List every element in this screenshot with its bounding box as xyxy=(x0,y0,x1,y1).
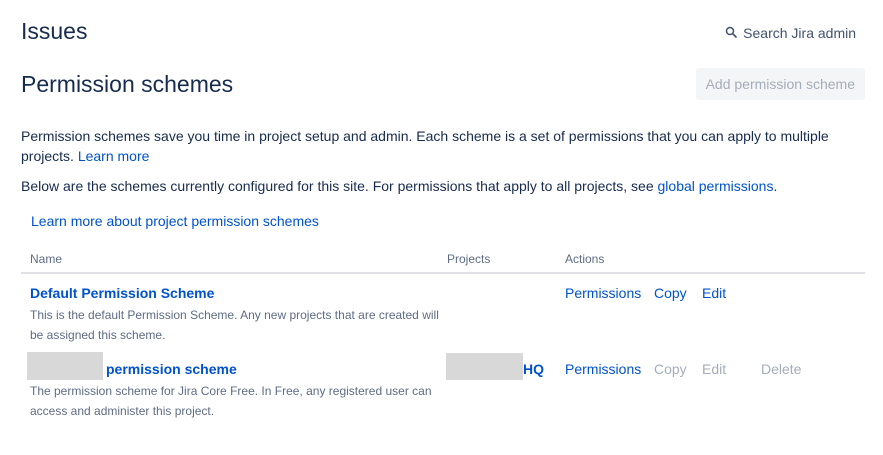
copy-action[interactable]: Copy xyxy=(654,285,687,301)
add-permission-scheme-button[interactable]: Add permission scheme xyxy=(695,68,865,100)
redacted-name-block xyxy=(27,352,103,380)
permissions-action[interactable]: Permissions xyxy=(565,361,641,377)
section-title: Issues xyxy=(21,18,88,44)
column-header-projects: Projects xyxy=(447,252,491,266)
intro-paragraph: Permission schemes save you time in proj… xyxy=(21,126,841,166)
permissions-action[interactable]: Permissions xyxy=(565,285,641,301)
below-text: Below are the schemes currently configur… xyxy=(21,178,654,194)
delete-action-disabled: Delete xyxy=(761,361,802,377)
scheme-description: This is the default Permission Scheme. A… xyxy=(30,308,439,342)
below-paragraph: Below are the schemes currently configur… xyxy=(21,176,777,196)
scheme-name-link[interactable]: Default Permission Scheme xyxy=(30,285,214,301)
global-permissions-link[interactable]: global permissions xyxy=(658,178,774,194)
learn-more-schemes-link[interactable]: Learn more about project permission sche… xyxy=(31,211,319,231)
learn-more-link[interactable]: Learn more xyxy=(78,148,150,164)
search-icon xyxy=(725,25,737,41)
redacted-project-block xyxy=(446,353,523,380)
scheme-description: The permission scheme for Jira Core Free… xyxy=(30,384,432,418)
page-title: Permission schemes xyxy=(21,71,234,97)
edit-action[interactable]: Edit xyxy=(702,285,726,301)
scheme-name-link[interactable]: permission scheme xyxy=(106,361,237,377)
search-jira-admin-link[interactable]: Search Jira admin xyxy=(725,25,856,41)
below-period: . xyxy=(773,178,778,194)
table-header: Name Projects Actions xyxy=(21,250,865,274)
column-header-actions: Actions xyxy=(565,252,605,266)
project-link[interactable]: HQ xyxy=(523,361,544,377)
search-label: Search Jira admin xyxy=(743,25,856,41)
edit-action-disabled: Edit xyxy=(702,361,727,377)
column-header-name: Name xyxy=(30,252,63,266)
copy-action-disabled: Copy xyxy=(654,361,687,377)
